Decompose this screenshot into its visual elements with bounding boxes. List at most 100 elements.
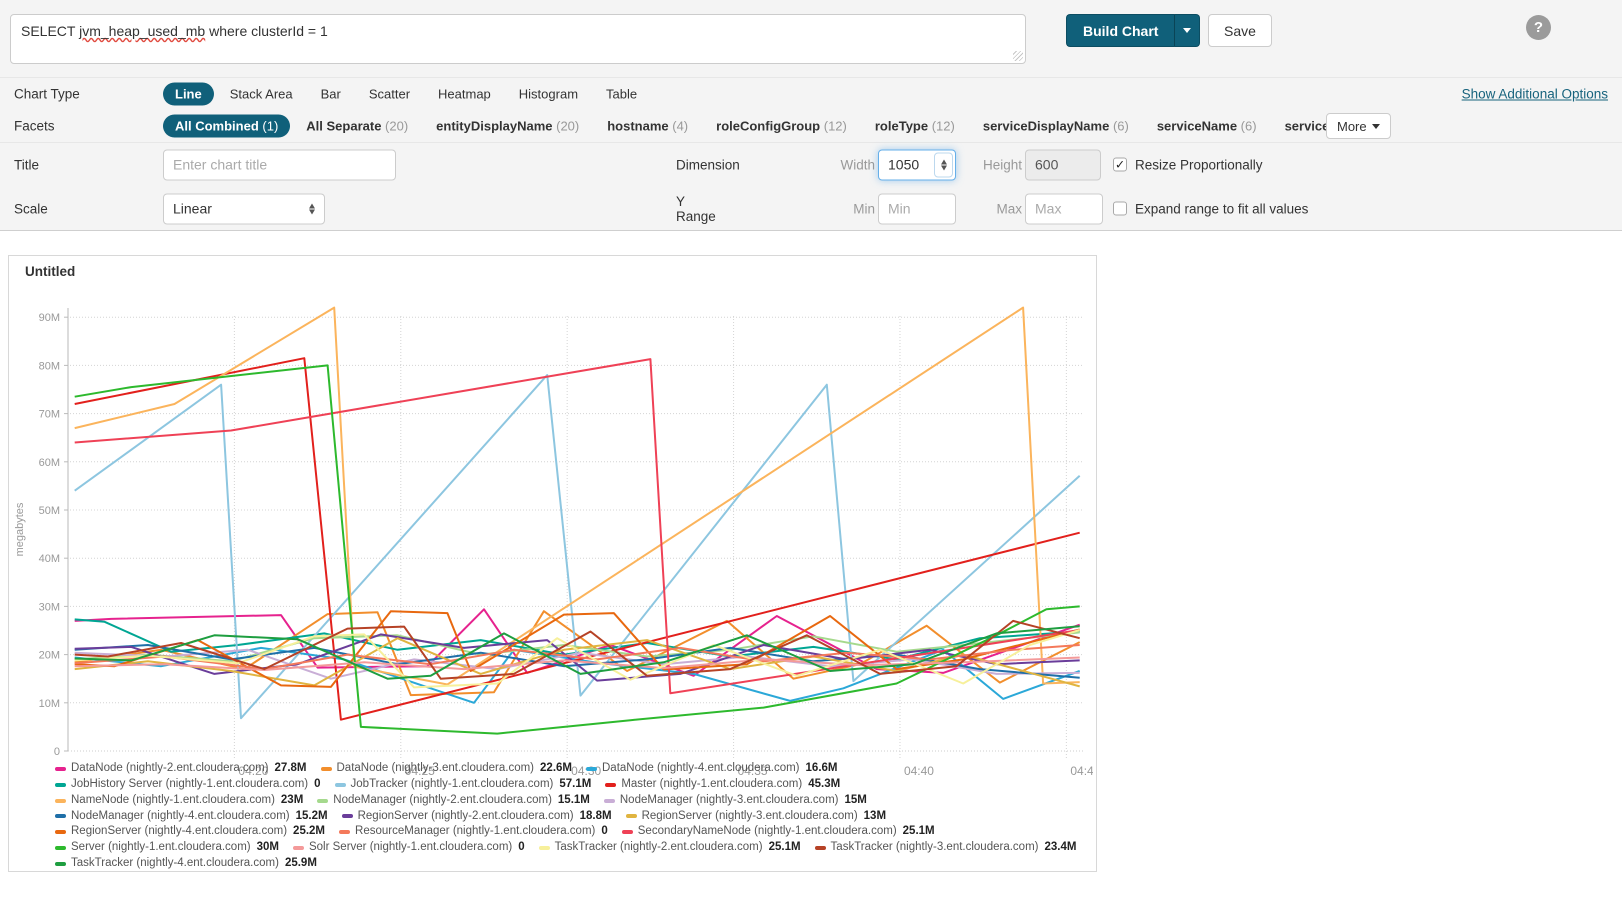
scale-yrange-row: Scale Linear Y Range Min Max Expand rang… xyxy=(0,186,1622,231)
legend-series-value: 0 xyxy=(314,777,320,793)
legend-series-name: TaskTracker (nightly-3.ent.cloudera.com) xyxy=(831,840,1039,856)
y-axis-label: megabytes xyxy=(14,502,26,556)
y-tick-label: 10M xyxy=(39,698,60,710)
expand-range-label: Expand range to fit all values xyxy=(1135,201,1308,216)
width-label: Width xyxy=(815,157,875,172)
facet-all-separate[interactable]: All Separate (20) xyxy=(294,115,420,138)
chart-type-bar[interactable]: Bar xyxy=(309,83,353,106)
chart-legend: DataNode (nightly-2.ent.cloudera.com)27.… xyxy=(55,761,1085,871)
legend-item-server-nightly-1-ent-cloudera-com-: Server (nightly-1.ent.cloudera.com) 30M xyxy=(55,840,279,856)
y-tick-label: 20M xyxy=(39,650,60,662)
legend-item-tasktracker-nightly-3-ent-cloudera-com-: TaskTracker (nightly-3.ent.cloudera.com)… xyxy=(815,840,1077,856)
build-chart-button[interactable]: Build Chart xyxy=(1066,14,1174,47)
query-metric: jvm_heap_used_mb xyxy=(79,23,205,39)
resize-proportionally-checkbox[interactable]: ✓ Resize Proportionally xyxy=(1113,157,1263,172)
legend-series-value: 23.4M xyxy=(1044,840,1076,856)
height-input[interactable] xyxy=(1025,149,1101,180)
legend-swatch xyxy=(605,783,616,787)
legend-swatch xyxy=(55,814,66,818)
yrange-max-input[interactable] xyxy=(1025,193,1103,224)
facet-all-combined[interactable]: All Combined (1) xyxy=(163,115,290,138)
facet-servicedisplayname[interactable]: serviceDisplayName (6) xyxy=(971,115,1141,138)
chart-canvas: 010M20M30M40M50M60M70M80M90M04:2004:2504… xyxy=(11,284,1093,784)
legend-series-name: TaskTracker (nightly-4.ent.cloudera.com) xyxy=(71,856,279,872)
build-chart-split-button: Build Chart xyxy=(1066,14,1200,47)
legend-swatch xyxy=(55,767,66,771)
legend-item-datanode-nightly-3-ent-cloudera-com-: DataNode (nightly-3.ent.cloudera.com)22.… xyxy=(321,761,573,777)
chart-type-line[interactable]: Line xyxy=(163,83,214,106)
chart-type-table[interactable]: Table xyxy=(594,83,649,106)
legend-series-name: JobHistory Server (nightly-1.ent.clouder… xyxy=(71,777,308,793)
legend-swatch xyxy=(55,799,66,803)
legend-series-value: 23M xyxy=(281,793,303,809)
legend-item-datanode-nightly-4-ent-cloudera-com-: DataNode (nightly-4.ent.cloudera.com)16.… xyxy=(586,761,838,777)
legend-swatch xyxy=(293,846,304,850)
textarea-resize-grip[interactable] xyxy=(1013,51,1023,61)
chart-type-heatmap[interactable]: Heatmap xyxy=(426,83,503,106)
legend-swatch xyxy=(55,783,66,787)
height-label: Height xyxy=(962,157,1022,172)
facet-roleconfiggroup[interactable]: roleConfigGroup (12) xyxy=(704,115,859,138)
scale-label: Scale xyxy=(14,201,48,216)
chart-type-label: Chart Type xyxy=(14,87,80,102)
legend-swatch xyxy=(815,846,826,850)
legend-series-name: Master (nightly-1.ent.cloudera.com) xyxy=(621,777,802,793)
chart-type-scatter[interactable]: Scatter xyxy=(357,83,422,106)
chart-title: Untitled xyxy=(25,264,75,279)
legend-series-value: 30M xyxy=(257,840,279,856)
facet-roletype[interactable]: roleType (12) xyxy=(863,115,967,138)
facet-hostname[interactable]: hostname (4) xyxy=(595,115,700,138)
legend-item-regionserver-nightly-3-ent-cloudera-com-: RegionServer (nightly-3.ent.cloudera.com… xyxy=(626,809,886,825)
show-additional-options-link[interactable]: Show Additional Options xyxy=(1462,87,1608,102)
legend-item-regionserver-nightly-2-ent-cloudera-com-: RegionServer (nightly-2.ent.cloudera.com… xyxy=(342,809,612,825)
line-chart: 010M20M30M40M50M60M70M80M90M04:2004:2504… xyxy=(11,284,1093,789)
legend-series-value: 15.2M xyxy=(296,809,328,825)
facet-entitydisplayname[interactable]: entityDisplayName (20) xyxy=(424,115,591,138)
legend-series-name: DataNode (nightly-3.ent.cloudera.com) xyxy=(337,761,535,777)
scale-select[interactable]: Linear xyxy=(163,193,325,224)
width-stepper[interactable] xyxy=(934,152,953,177)
y-tick-label: 80M xyxy=(39,360,60,372)
legend-series-value: 0 xyxy=(518,840,524,856)
legend-row: Server (nightly-1.ent.cloudera.com) 30M So… xyxy=(55,840,1085,856)
legend-series-name: RegionServer (nightly-3.ent.cloudera.com… xyxy=(642,809,858,825)
legend-item-solr-server-nightly-1-ent-cloudera-com-: Solr Server (nightly-1.ent.cloudera.com)… xyxy=(293,840,525,856)
help-icon[interactable]: ? xyxy=(1526,15,1551,40)
legend-swatch xyxy=(317,799,328,803)
chevron-down-icon xyxy=(1372,124,1380,129)
yrange-min-input[interactable] xyxy=(878,193,956,224)
build-chart-dropdown-button[interactable] xyxy=(1174,14,1200,47)
legend-item-tasktracker-nightly-2-ent-cloudera-com-: TaskTracker (nightly-2.ent.cloudera.com)… xyxy=(539,840,801,856)
legend-row: NameNode (nightly-1.ent.cloudera.com)23M… xyxy=(55,793,1085,809)
chart-type-histogram[interactable]: Histogram xyxy=(507,83,590,106)
legend-item-tasktracker-nightly-4-ent-cloudera-com-: TaskTracker (nightly-4.ent.cloudera.com)… xyxy=(55,856,317,872)
chart-title-input[interactable] xyxy=(163,149,396,180)
stepper-down-icon xyxy=(941,165,947,170)
legend-series-value: 25.1M xyxy=(769,840,801,856)
query-input[interactable]: SELECT jvm_heap_used_mb where clusterId … xyxy=(10,14,1026,64)
save-button[interactable]: Save xyxy=(1208,14,1272,47)
chart-type-stack-area[interactable]: Stack Area xyxy=(218,83,305,106)
legend-swatch xyxy=(604,799,615,803)
legend-series-name: Solr Server (nightly-1.ent.cloudera.com) xyxy=(309,840,512,856)
query-suffix: where clusterId = 1 xyxy=(205,23,328,39)
expand-range-checkbox[interactable]: Expand range to fit all values xyxy=(1113,201,1308,216)
title-label: Title xyxy=(14,157,39,172)
legend-series-value: 18.8M xyxy=(580,809,612,825)
more-facets-button[interactable]: More xyxy=(1326,113,1391,139)
y-tick-label: 60M xyxy=(39,457,60,469)
legend-swatch xyxy=(55,862,66,866)
legend-item-regionserver-nightly-4-ent-cloudera-com-: RegionServer (nightly-4.ent.cloudera.com… xyxy=(55,824,325,840)
facet-servicename[interactable]: serviceName (6) xyxy=(1145,115,1269,138)
page: SELECT jvm_heap_used_mb where clusterId … xyxy=(0,0,1622,906)
y-tick-label: 90M xyxy=(39,312,60,324)
legend-series-name: Server (nightly-1.ent.cloudera.com) xyxy=(71,840,251,856)
legend-swatch xyxy=(586,767,597,771)
legend-swatch xyxy=(539,846,550,850)
legend-series-name: SecondaryNameNode (nightly-1.ent.clouder… xyxy=(638,824,897,840)
legend-item-datanode-nightly-2-ent-cloudera-com-: DataNode (nightly-2.ent.cloudera.com)27.… xyxy=(55,761,307,777)
legend-series-value: 25.9M xyxy=(285,856,317,872)
legend-item-nodemanager-nightly-2-ent-cloudera-com-: NodeManager (nightly-2.ent.cloudera.com)… xyxy=(317,793,590,809)
legend-swatch xyxy=(55,830,66,834)
legend-series-value: 0 xyxy=(601,824,607,840)
